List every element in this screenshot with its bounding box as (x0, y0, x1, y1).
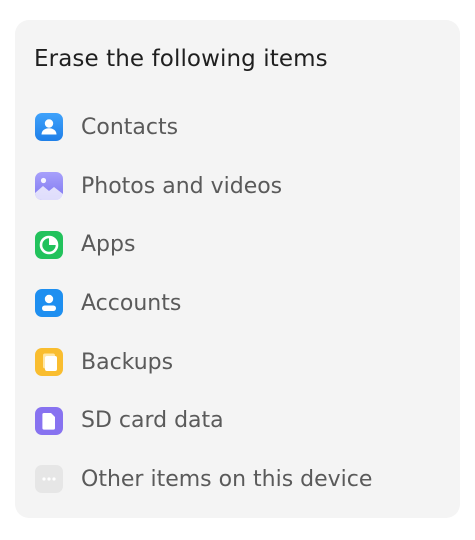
apps-icon (35, 230, 63, 259)
erase-items-list: Contacts Photos and videos Apps Accounts… (34, 98, 444, 509)
sd-card-icon (35, 406, 63, 435)
list-item-label: Backups (81, 349, 174, 375)
accounts-icon (35, 289, 63, 318)
list-item-photos-videos: Photos and videos (34, 157, 444, 216)
backups-icon (35, 348, 63, 377)
list-item-apps: Apps (34, 215, 444, 274)
list-item-label: Apps (81, 232, 136, 258)
list-item-label: Other items on this device (81, 466, 373, 492)
list-item-backups: Backups (34, 333, 444, 392)
list-item-other-items: Other items on this device (34, 450, 444, 509)
list-item-accounts: Accounts (34, 274, 444, 333)
list-item-label: Contacts (81, 114, 179, 140)
list-item-label: Photos and videos (81, 173, 283, 199)
card-title: Erase the following items (34, 46, 328, 72)
photos-icon (35, 172, 63, 201)
erase-items-card: Erase the following items Contacts Photo… (15, 20, 460, 518)
more-icon (35, 465, 63, 494)
contacts-icon (35, 113, 63, 142)
list-item-label: SD card data (81, 408, 224, 434)
list-item-contacts: Contacts (34, 98, 444, 157)
list-item-label: Accounts (81, 290, 182, 316)
list-item-sd-card-data: SD card data (34, 391, 444, 450)
